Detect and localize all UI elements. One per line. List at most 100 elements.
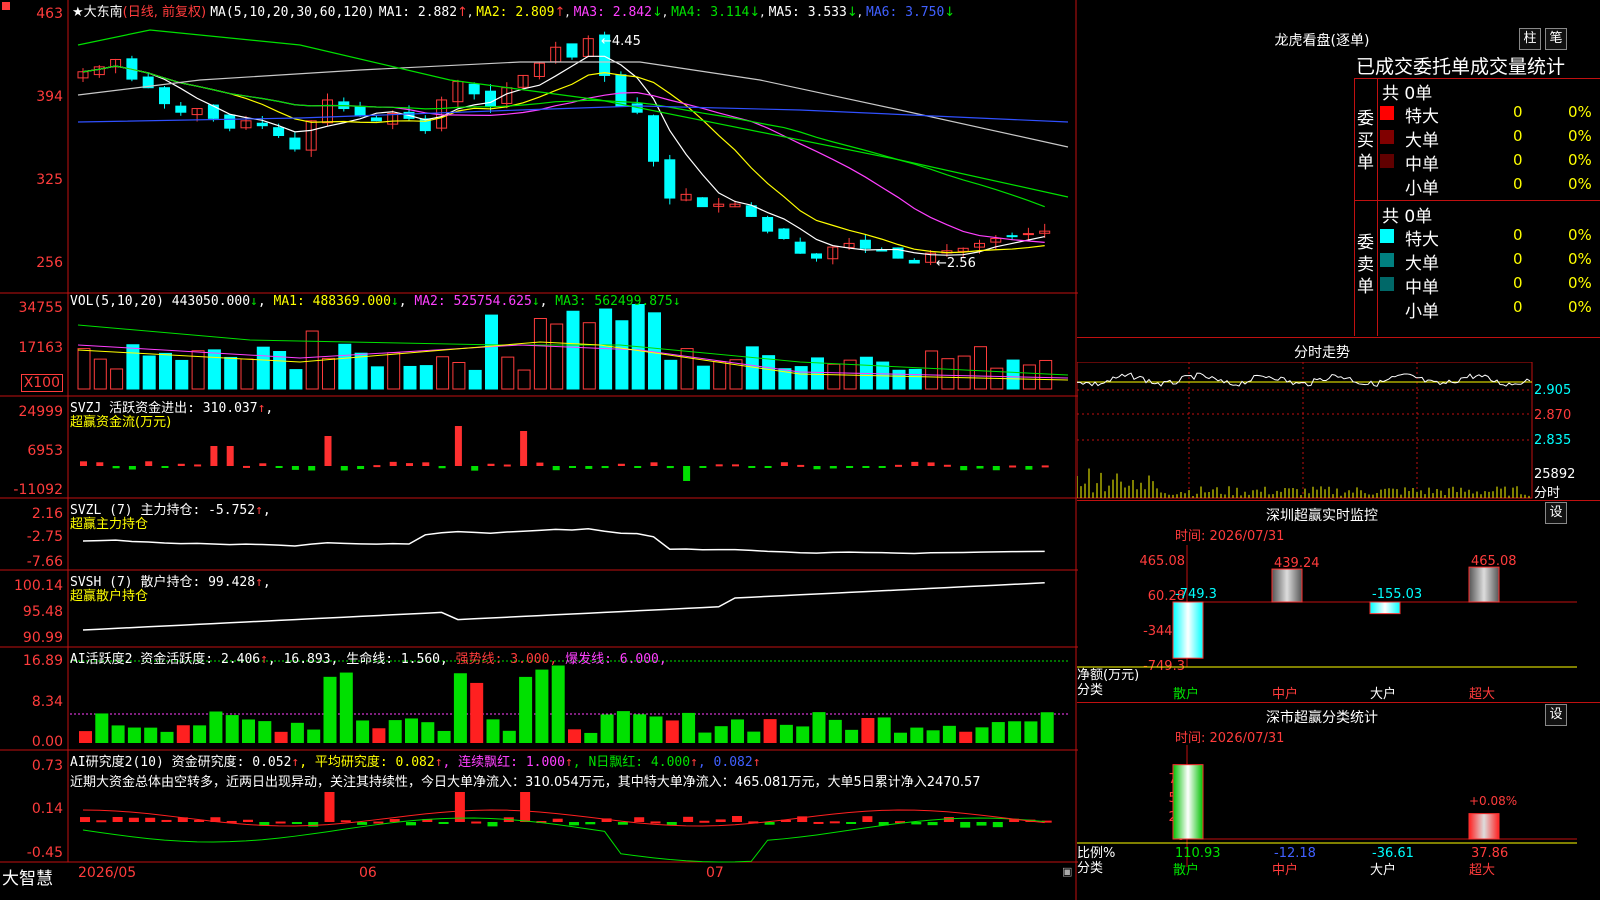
vol-axis-label: 17163	[18, 340, 63, 356]
candle	[778, 228, 790, 240]
flow-bar	[275, 466, 283, 468]
vol-unit-label[interactable]: X100	[20, 374, 63, 392]
svsh-axis-label: 90.99	[22, 630, 63, 646]
research-bar	[243, 819, 253, 822]
volume-bar	[550, 323, 564, 390]
svzl-axis-label: -2.75	[26, 529, 63, 545]
activity-bar	[160, 731, 174, 743]
fs-axis-label: 2.870	[1534, 408, 1572, 423]
intraday-chart[interactable]	[1077, 362, 1600, 500]
research-bar	[634, 817, 645, 822]
order-row: 大单 0 0%	[1380, 126, 1600, 151]
flow-bar	[324, 436, 332, 466]
row-count: 0	[1513, 103, 1523, 121]
tick-view-button[interactable]: 笔	[1545, 28, 1567, 50]
unit-label: 净额(万元)	[1077, 668, 1139, 683]
flow-bar	[895, 464, 902, 467]
row-count: 0	[1513, 175, 1523, 193]
period-label[interactable]: (日线, 前复权)	[123, 5, 206, 20]
activity-bar	[1008, 721, 1022, 743]
low-price-note: ←2.56	[936, 256, 976, 271]
research-bar	[275, 821, 286, 824]
sz-monitor-time: 时间: 2026/07/31	[1175, 529, 1285, 544]
candle	[696, 197, 708, 208]
ai2-axis-label: 0.14	[31, 801, 63, 817]
volume-bar	[892, 369, 906, 390]
price-axis-label: 394	[36, 89, 63, 105]
high-price-note: ←4.45	[601, 34, 641, 49]
stock-name[interactable]: 大东南	[84, 5, 123, 20]
activity-bar	[877, 717, 891, 743]
row-pct: 0%	[1568, 151, 1592, 169]
ma-line	[82, 65, 1045, 254]
order-row: 小单 0 0%	[1380, 174, 1600, 199]
flow-bar	[976, 466, 984, 469]
research-bar	[324, 792, 335, 822]
row-name: 中单	[1405, 278, 1439, 298]
order-row: 中单 0 0%	[1380, 150, 1600, 175]
sz-stats-settings-button[interactable]: 设	[1545, 704, 1567, 726]
flow-bar	[145, 461, 153, 466]
row-count: 0	[1513, 274, 1523, 292]
lock-icon[interactable]: ▣	[1062, 865, 1072, 878]
color-swatch	[1380, 106, 1394, 120]
activity-bar	[731, 719, 744, 743]
activity-bar	[209, 711, 223, 743]
volume-bar	[256, 346, 270, 390]
main-holding-line	[82, 528, 1045, 555]
activity-bar	[959, 731, 973, 743]
unit-label: 比例%	[1077, 846, 1115, 861]
research-bar	[438, 822, 449, 824]
volume-bar	[403, 365, 417, 390]
volume-bar	[794, 366, 808, 390]
flow-bar	[226, 446, 234, 466]
research-bar	[80, 817, 90, 822]
category-label: 大户	[1370, 686, 1396, 700]
column-view-button[interactable]: 柱	[1519, 28, 1541, 50]
ma-title: MA(5,10,20,30,60,120)	[210, 5, 375, 20]
candle	[566, 43, 578, 58]
order-row: 大单 0 0%	[1380, 249, 1600, 274]
flow-bar	[748, 466, 756, 468]
volume-bar	[93, 358, 107, 390]
volume-bar	[77, 348, 91, 390]
svzj-axis-label: 24999	[18, 404, 63, 420]
date-tick: 2026/05	[78, 865, 137, 881]
volume-bar	[159, 352, 172, 390]
flow-bar	[340, 466, 348, 471]
activity-bar	[714, 726, 728, 743]
sz-monitor-chart[interactable]: 465.0860.28-344.5-749.3-749.3439.24-155.…	[1077, 545, 1600, 700]
price-axis-label: 463	[36, 6, 63, 22]
research-bar	[666, 822, 677, 826]
candle	[485, 90, 496, 107]
research-bar	[650, 821, 661, 824]
fs-axis-label: 分时	[1534, 486, 1561, 501]
flow-bar	[112, 466, 120, 469]
sz-stats-chart[interactable]: 7550250110.9337.86-12.18-36.61+0.08%比例%分…	[1077, 745, 1600, 900]
ma1-label: MA1: 2.882	[378, 5, 458, 20]
volume-bar	[240, 358, 254, 390]
menu-icon[interactable]	[2, 2, 10, 10]
brand-label[interactable]: 大智慧	[2, 864, 53, 889]
flow-bar	[552, 466, 560, 471]
sz-monitor-settings-button[interactable]: 设	[1545, 502, 1567, 524]
volume-bar	[322, 357, 335, 390]
volume-bar	[925, 350, 939, 390]
activity-bar	[258, 721, 272, 743]
lhb-title: 龙虎看盘(逐单)	[1274, 33, 1370, 49]
row-pct: 0%	[1568, 226, 1592, 244]
activity-bar	[616, 711, 630, 743]
category-bar	[1468, 566, 1500, 603]
flow-bar	[813, 466, 821, 470]
color-swatch	[1380, 130, 1394, 144]
flow-bar	[911, 461, 919, 466]
order-row: 小单 0 0%	[1380, 297, 1600, 322]
flow-bar	[764, 466, 772, 468]
volume-bar	[387, 352, 401, 390]
volume-bar	[827, 363, 841, 390]
research-bar	[976, 822, 987, 826]
volume-bar	[648, 312, 661, 390]
candle	[794, 241, 806, 254]
activity-bar	[339, 672, 353, 743]
class-label: 分类	[1077, 861, 1103, 876]
